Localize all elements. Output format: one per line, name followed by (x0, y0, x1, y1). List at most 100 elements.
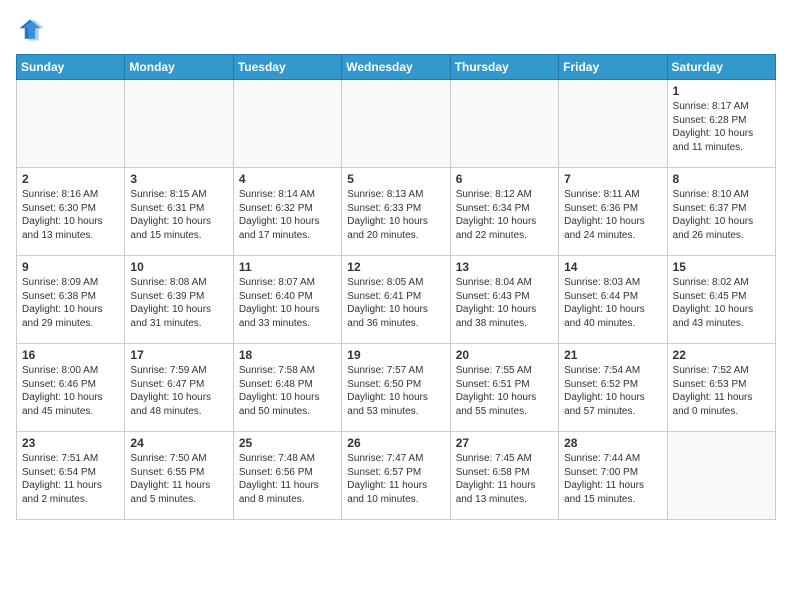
day-cell: 17 Sunrise: 7:59 AM Sunset: 6:47 PM Dayli… (125, 344, 233, 432)
week-row-0: 1 Sunrise: 8:17 AM Sunset: 6:28 PM Daylig… (17, 80, 776, 168)
day-cell: 26 Sunrise: 7:47 AM Sunset: 6:57 PM Dayli… (342, 432, 450, 520)
header-row: SundayMondayTuesdayWednesdayThursdayFrid… (17, 55, 776, 80)
day-info: Sunrise: 8:00 AM Sunset: 6:46 PM Dayligh… (22, 364, 119, 418)
day-cell: 5 Sunrise: 8:13 AM Sunset: 6:33 PM Daylig… (342, 168, 450, 256)
day-cell: 12 Sunrise: 8:05 AM Sunset: 6:41 PM Dayli… (342, 256, 450, 344)
day-cell: 11 Sunrise: 8:07 AM Sunset: 6:40 PM Dayli… (233, 256, 341, 344)
day-cell: 9 Sunrise: 8:09 AM Sunset: 6:38 PM Daylig… (17, 256, 125, 344)
header-day-sunday: Sunday (17, 55, 125, 80)
day-info: Sunrise: 8:10 AM Sunset: 6:37 PM Dayligh… (673, 188, 770, 242)
day-info: Sunrise: 7:50 AM Sunset: 6:55 PM Dayligh… (130, 452, 227, 506)
day-number: 25 (239, 436, 336, 450)
day-cell: 13 Sunrise: 8:04 AM Sunset: 6:43 PM Dayli… (450, 256, 558, 344)
day-info: Sunrise: 8:09 AM Sunset: 6:38 PM Dayligh… (22, 276, 119, 330)
day-info: Sunrise: 8:11 AM Sunset: 6:36 PM Dayligh… (564, 188, 661, 242)
day-cell: 20Sunrise: 7:55 AM Sunset: 6:51 PM Dayli… (450, 344, 558, 432)
day-info: Sunrise: 8:07 AM Sunset: 6:40 PM Dayligh… (239, 276, 336, 330)
logo (16, 16, 48, 44)
day-cell (450, 80, 558, 168)
header-day-friday: Friday (559, 55, 667, 80)
day-cell: 1 Sunrise: 8:17 AM Sunset: 6:28 PM Daylig… (667, 80, 775, 168)
day-info: Sunrise: 8:04 AM Sunset: 6:43 PM Dayligh… (456, 276, 553, 330)
day-cell: 15 Sunrise: 8:02 AM Sunset: 6:45 PM Dayli… (667, 256, 775, 344)
day-cell: 10 Sunrise: 8:08 AM Sunset: 6:39 PM Dayli… (125, 256, 233, 344)
day-cell (559, 80, 667, 168)
day-info: Sunrise: 8:12 AM Sunset: 6:34 PM Dayligh… (456, 188, 553, 242)
week-row-2: 9 Sunrise: 8:09 AM Sunset: 6:38 PM Daylig… (17, 256, 776, 344)
day-cell (17, 80, 125, 168)
day-number: 9 (22, 260, 119, 274)
day-cell: 6 Sunrise: 8:12 AM Sunset: 6:34 PM Daylig… (450, 168, 558, 256)
day-info: Sunrise: 7:52 AM Sunset: 6:53 PM Dayligh… (673, 364, 770, 418)
day-number: 26 (347, 436, 444, 450)
day-info: Sunrise: 7:45 AM Sunset: 6:58 PM Dayligh… (456, 452, 553, 506)
day-cell: 2 Sunrise: 8:16 AM Sunset: 6:30 PM Daylig… (17, 168, 125, 256)
day-info: Sunrise: 7:48 AM Sunset: 6:56 PM Dayligh… (239, 452, 336, 506)
day-cell (125, 80, 233, 168)
day-info: Sunrise: 8:16 AM Sunset: 6:30 PM Dayligh… (22, 188, 119, 242)
week-row-1: 2 Sunrise: 8:16 AM Sunset: 6:30 PM Daylig… (17, 168, 776, 256)
day-number: 13 (456, 260, 553, 274)
day-cell: 16 Sunrise: 8:00 AM Sunset: 6:46 PM Dayli… (17, 344, 125, 432)
day-number: 24 (130, 436, 227, 450)
day-info: Sunrise: 8:03 AM Sunset: 6:44 PM Dayligh… (564, 276, 661, 330)
day-number: 15 (673, 260, 770, 274)
day-cell: 22 Sunrise: 7:52 AM Sunset: 6:53 PM Dayli… (667, 344, 775, 432)
day-number: 8 (673, 172, 770, 186)
header-day-saturday: Saturday (667, 55, 775, 80)
day-number: 20 (456, 348, 553, 362)
header-day-thursday: Thursday (450, 55, 558, 80)
day-number: 14 (564, 260, 661, 274)
day-number: 27 (456, 436, 553, 450)
day-number: 21 (564, 348, 661, 362)
day-cell: 24 Sunrise: 7:50 AM Sunset: 6:55 PM Dayli… (125, 432, 233, 520)
day-cell: 25 Sunrise: 7:48 AM Sunset: 6:56 PM Dayli… (233, 432, 341, 520)
day-cell: 3 Sunrise: 8:15 AM Sunset: 6:31 PM Daylig… (125, 168, 233, 256)
day-info: Sunrise: 8:17 AM Sunset: 6:28 PM Dayligh… (673, 100, 770, 154)
day-info: Sunrise: 8:02 AM Sunset: 6:45 PM Dayligh… (673, 276, 770, 330)
calendar-table: SundayMondayTuesdayWednesdayThursdayFrid… (16, 54, 776, 520)
day-info: Sunrise: 7:47 AM Sunset: 6:57 PM Dayligh… (347, 452, 444, 506)
day-info: Sunrise: 8:13 AM Sunset: 6:33 PM Dayligh… (347, 188, 444, 242)
day-cell: 8 Sunrise: 8:10 AM Sunset: 6:37 PM Daylig… (667, 168, 775, 256)
day-number: 11 (239, 260, 336, 274)
day-number: 17 (130, 348, 227, 362)
day-cell: 21 Sunrise: 7:54 AM Sunset: 6:52 PM Dayli… (559, 344, 667, 432)
day-number: 19 (347, 348, 444, 362)
header-day-monday: Monday (125, 55, 233, 80)
day-number: 5 (347, 172, 444, 186)
day-cell (233, 80, 341, 168)
day-number: 18 (239, 348, 336, 362)
day-number: 6 (456, 172, 553, 186)
day-number: 16 (22, 348, 119, 362)
day-number: 4 (239, 172, 336, 186)
day-cell: 14 Sunrise: 8:03 AM Sunset: 6:44 PM Dayli… (559, 256, 667, 344)
day-cell: 4 Sunrise: 8:14 AM Sunset: 6:32 PM Daylig… (233, 168, 341, 256)
day-number: 3 (130, 172, 227, 186)
day-cell: 23Sunrise: 7:51 AM Sunset: 6:54 PM Dayli… (17, 432, 125, 520)
day-cell: 7 Sunrise: 8:11 AM Sunset: 6:36 PM Daylig… (559, 168, 667, 256)
page-header (16, 16, 776, 44)
day-number: 22 (673, 348, 770, 362)
day-info: Sunrise: 7:58 AM Sunset: 6:48 PM Dayligh… (239, 364, 336, 418)
day-info: Sunrise: 8:08 AM Sunset: 6:39 PM Dayligh… (130, 276, 227, 330)
logo-icon (16, 16, 44, 44)
day-cell (667, 432, 775, 520)
day-info: Sunrise: 8:05 AM Sunset: 6:41 PM Dayligh… (347, 276, 444, 330)
week-row-3: 16 Sunrise: 8:00 AM Sunset: 6:46 PM Dayli… (17, 344, 776, 432)
day-info: Sunrise: 8:14 AM Sunset: 6:32 PM Dayligh… (239, 188, 336, 242)
day-number: 23 (22, 436, 119, 450)
week-row-4: 23Sunrise: 7:51 AM Sunset: 6:54 PM Dayli… (17, 432, 776, 520)
day-info: Sunrise: 8:15 AM Sunset: 6:31 PM Dayligh… (130, 188, 227, 242)
day-number: 2 (22, 172, 119, 186)
day-number: 10 (130, 260, 227, 274)
day-number: 7 (564, 172, 661, 186)
calendar-header: SundayMondayTuesdayWednesdayThursdayFrid… (17, 55, 776, 80)
day-cell: 27 Sunrise: 7:45 AM Sunset: 6:58 PM Dayli… (450, 432, 558, 520)
day-number: 12 (347, 260, 444, 274)
day-info: Sunrise: 7:54 AM Sunset: 6:52 PM Dayligh… (564, 364, 661, 418)
day-number: 1 (673, 84, 770, 98)
header-day-wednesday: Wednesday (342, 55, 450, 80)
header-day-tuesday: Tuesday (233, 55, 341, 80)
day-info: Sunrise: 7:59 AM Sunset: 6:47 PM Dayligh… (130, 364, 227, 418)
